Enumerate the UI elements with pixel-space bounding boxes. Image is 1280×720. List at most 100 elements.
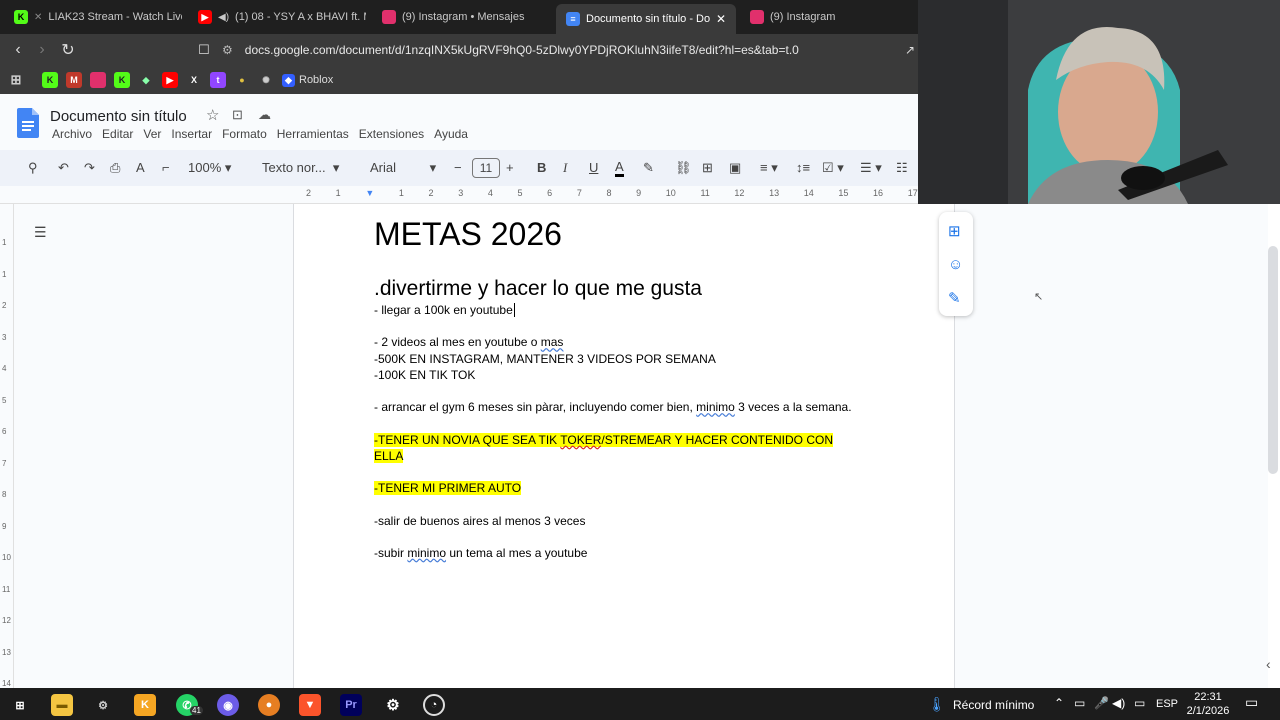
undo-icon[interactable]: ↶	[58, 160, 69, 176]
menu-insertar[interactable]: Insertar	[171, 127, 212, 141]
apps-icon[interactable]: ⊞	[8, 72, 24, 88]
twitch-icon[interactable]: t	[210, 72, 226, 88]
docs-logo-icon[interactable]	[17, 108, 39, 138]
obs-icon[interactable]: ◔	[423, 694, 445, 716]
zoom-select[interactable]: 100% ▾	[188, 160, 231, 176]
kick-icon[interactable]: K	[114, 72, 130, 88]
tab-instagram-mensajes[interactable]: (9) Instagram • Mensajes	[372, 4, 550, 30]
tab-kick[interactable]: K ✕ LIAK23 Stream - Watch Live	[4, 4, 182, 30]
openai-icon[interactable]: ✺	[258, 72, 274, 88]
bookmark-icon[interactable]: ☐	[192, 42, 216, 58]
text-color-icon[interactable]: A	[615, 160, 624, 177]
roblox-bookmark[interactable]: ◆ Roblox	[282, 73, 333, 87]
numbered-list-icon[interactable]: ☷	[896, 160, 908, 176]
search-icon[interactable]: ⚲	[28, 160, 38, 176]
pinned-app-icon[interactable]: K	[134, 694, 156, 716]
file-explorer-icon[interactable]: ▬	[51, 694, 73, 716]
bold-icon[interactable]: B	[537, 160, 546, 175]
reload-icon[interactable]: ↻	[56, 40, 80, 60]
doc-line: -subir minimo un tema al mes a youtube	[374, 545, 874, 561]
print-icon[interactable]: ⎙	[110, 160, 120, 176]
comment-icon[interactable]: ⊞	[702, 160, 713, 176]
ruler-tick: 5	[2, 395, 7, 405]
language-indicator[interactable]: ESP	[1156, 698, 1178, 710]
x-icon[interactable]: X	[186, 72, 202, 88]
microphone-icon[interactable]: 🎤	[1094, 696, 1109, 710]
close-tab-icon[interactable]: ✕	[716, 12, 726, 26]
collapse-icon[interactable]: ‹	[1266, 656, 1271, 672]
back-icon[interactable]: ‹	[6, 41, 30, 59]
menu-extensiones[interactable]: Extensiones	[359, 127, 424, 141]
notifications-icon[interactable]: ▭	[1245, 694, 1258, 711]
add-comment-icon[interactable]: ⊞	[948, 222, 961, 240]
tab-instagram[interactable]: (9) Instagram	[740, 4, 914, 30]
menu-archivo[interactable]: Archivo	[52, 127, 92, 141]
font-size-field[interactable]: 11	[472, 158, 500, 178]
menu-ayuda[interactable]: Ayuda	[434, 127, 468, 141]
vertical-scrollbar[interactable]	[1268, 246, 1278, 474]
gmail-icon[interactable]: M	[66, 72, 82, 88]
menu-ver[interactable]: Ver	[143, 127, 161, 141]
horizontal-ruler[interactable]: 2 1 ▼ 1 2 3 4 5 6 7 8 9 10 11 12 13 14 1…	[0, 186, 918, 204]
italic-icon[interactable]: I	[563, 160, 567, 176]
font-select[interactable]: Arial ▾	[370, 160, 436, 176]
spellcheck-icon[interactable]: A	[136, 160, 145, 175]
decrease-size-icon[interactable]: −	[454, 160, 462, 175]
site-info-icon[interactable]: ⚙	[222, 43, 233, 57]
kick-icon[interactable]: K	[42, 72, 58, 88]
cloud-status-icon[interactable]: ☁	[258, 107, 271, 123]
outline-icon[interactable]: ☰	[34, 224, 47, 241]
link-icon[interactable]: ⛓	[675, 160, 692, 176]
usb-icon[interactable]: ▭	[1074, 696, 1085, 710]
clock[interactable]: 22:31 2/1/2026	[1184, 690, 1232, 718]
menu-herramientas[interactable]: Herramientas	[277, 127, 349, 141]
vertical-ruler[interactable]: 1 1 2 3 4 5 6 7 8 9 10 11 12 13 14	[0, 204, 14, 688]
chevron-up-icon[interactable]: ⌃	[1054, 696, 1064, 710]
menu-formato[interactable]: Formato	[222, 127, 267, 141]
left-indent-marker[interactable]: ▼	[365, 188, 374, 198]
volume-icon[interactable]: ◀)	[1112, 696, 1125, 710]
url-text: docs.google.com/document/d/1nzqINX5kUgRV…	[244, 43, 799, 57]
menu-editar[interactable]: Editar	[102, 127, 133, 141]
tab-youtube[interactable]: ▶ ◀) (1) 08 - YSY A x BHAVI ft. MI	[188, 4, 366, 30]
url-field[interactable]: ⚙ docs.google.com/document/d/1nzqINX5kUg…	[222, 38, 918, 62]
increase-size-icon[interactable]: +	[506, 160, 514, 175]
underline-icon[interactable]: U	[589, 160, 598, 175]
tab-docs[interactable]: ≡ Documento sin título - Doc ✕	[556, 4, 736, 34]
doc-text: -TENER MI PRIMER AUTO	[374, 481, 522, 496]
ruler-tick: 4	[487, 188, 493, 198]
ruler-tick: 7	[576, 188, 582, 198]
weather-text[interactable]: Récord mínimo	[953, 698, 1034, 712]
steam-icon[interactable]: ⚙	[92, 694, 114, 716]
move-folder-icon[interactable]: ⊡	[232, 107, 243, 123]
document-title[interactable]: Documento sin título	[50, 108, 187, 125]
style-select[interactable]: Texto nor... ▾	[262, 160, 339, 176]
paint-format-icon[interactable]: ⌐	[162, 160, 170, 175]
windows-start-icon[interactable]: ⊞	[9, 694, 31, 716]
bookmark-dot-icon[interactable]: ◆	[138, 72, 154, 88]
suggest-edit-icon[interactable]: ✎	[948, 289, 961, 307]
bullet-list-icon[interactable]: ☰ ▾	[860, 160, 882, 176]
app-icon[interactable]: ●	[258, 694, 280, 716]
youtube-icon[interactable]: ▶	[162, 72, 178, 88]
brave-browser-icon[interactable]: ▼	[299, 694, 321, 716]
ruler-tick: 6	[547, 188, 553, 198]
thermometer-icon[interactable]: 🌡	[928, 696, 946, 713]
forward-icon[interactable]: ›	[30, 41, 54, 59]
document-body[interactable]: METAS 2026 .divertirme y hacer lo que me…	[374, 216, 874, 561]
network-icon[interactable]: ▭	[1134, 696, 1145, 710]
premiere-pro-icon[interactable]: Pr	[340, 694, 362, 716]
instagram-icon[interactable]	[90, 72, 106, 88]
redo-icon[interactable]: ↷	[84, 160, 95, 176]
checklist-icon[interactable]: ☑ ▾	[822, 160, 844, 176]
document-page[interactable]: METAS 2026 .divertirme y hacer lo que me…	[293, 204, 955, 688]
discord-icon[interactable]: ◉	[217, 694, 239, 716]
controller-icon[interactable]: ●	[234, 72, 250, 88]
star-icon[interactable]: ☆	[206, 106, 219, 124]
settings-icon[interactable]: ⚙	[382, 694, 404, 716]
highlight-icon[interactable]: ✎	[643, 160, 654, 176]
align-icon[interactable]: ≡ ▾	[760, 160, 778, 176]
image-icon[interactable]: ▣	[729, 160, 741, 176]
emoji-icon[interactable]: ☺	[948, 256, 963, 273]
line-spacing-icon[interactable]: ↕≡	[796, 160, 810, 175]
